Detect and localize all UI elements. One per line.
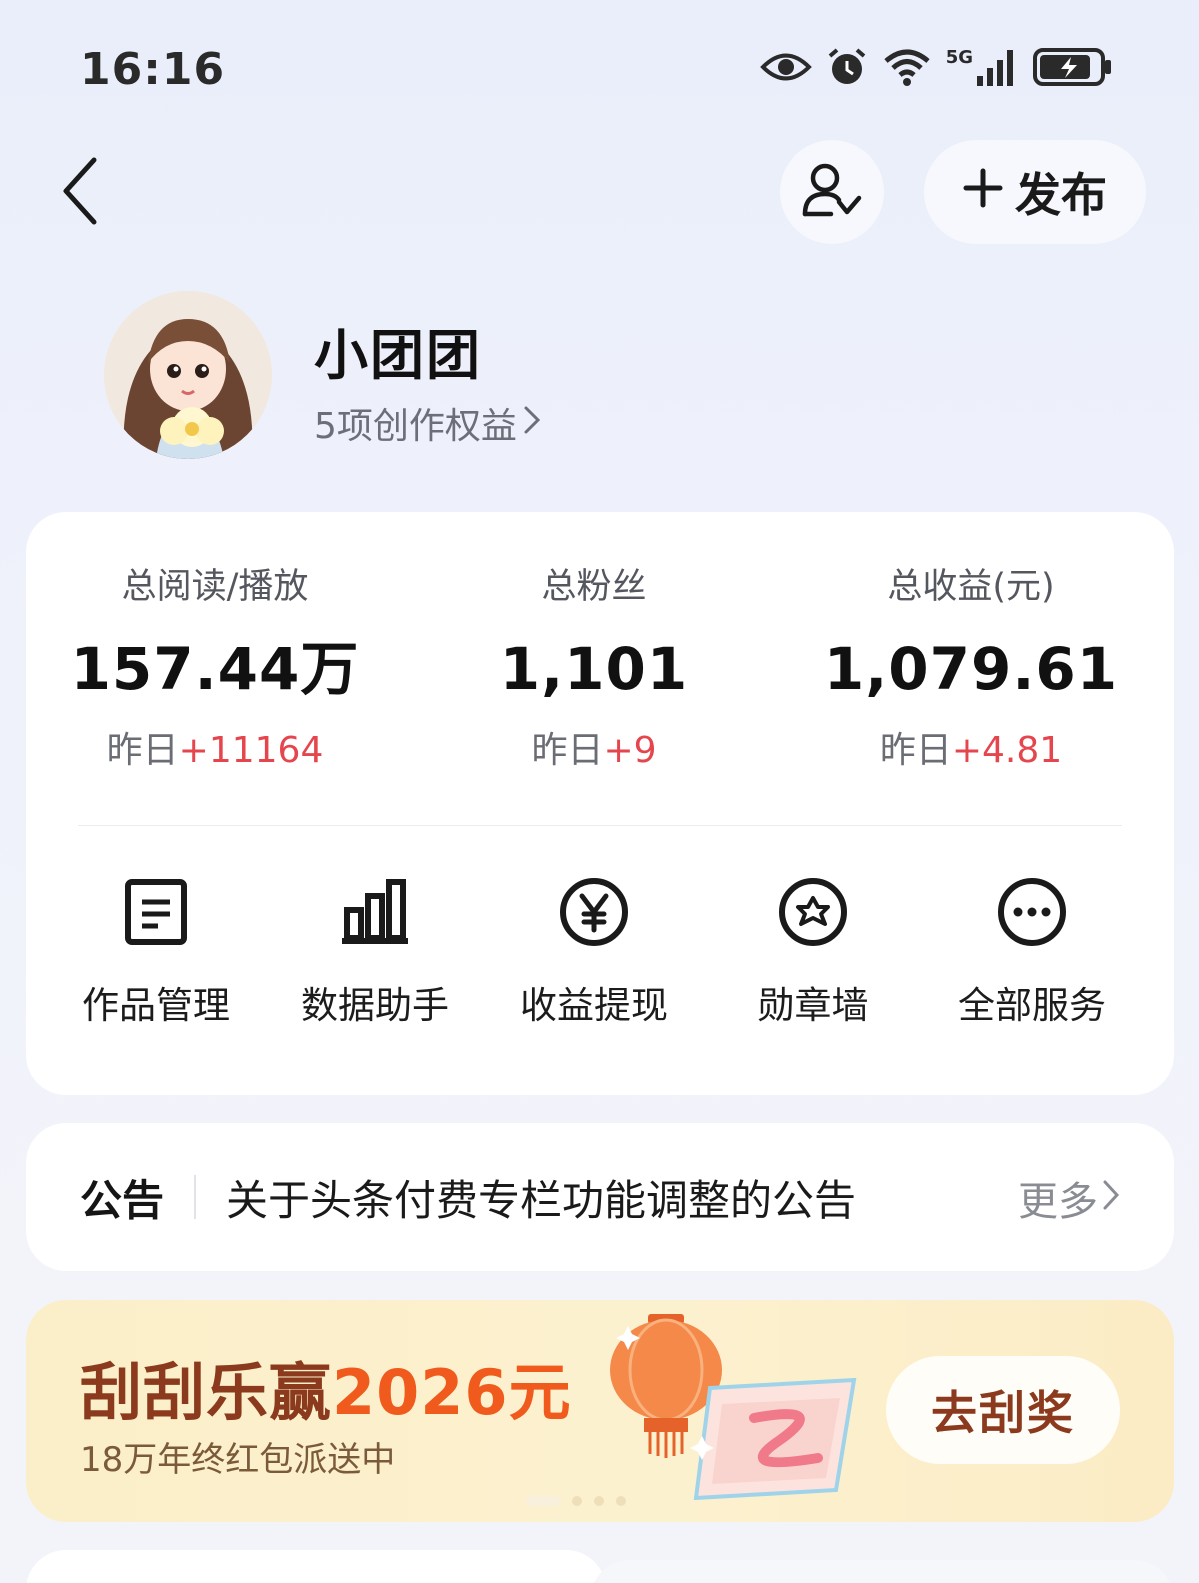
yuan-icon — [554, 872, 634, 952]
service-data-assistant[interactable]: 数据助手 — [265, 872, 485, 1034]
service-badge-wall[interactable]: 勋章墙 — [703, 872, 923, 1034]
service-works-management[interactable]: 作品管理 — [46, 872, 266, 1034]
user-check-icon — [801, 162, 863, 222]
stat-value: 157.44万 — [70, 635, 360, 703]
rights-label: 5项创作权益 — [314, 406, 517, 447]
chevron-left-icon — [60, 156, 100, 230]
stat-label: 总粉丝 — [541, 567, 647, 607]
scratch-prize-button[interactable]: 去刮奖 — [886, 1356, 1120, 1464]
announcement-divider — [194, 1175, 196, 1219]
pagination-dot — [594, 1496, 604, 1506]
signal-icon: 5G — [946, 47, 1019, 88]
service-earnings-withdraw[interactable]: 收益提现 — [484, 872, 704, 1034]
publish-button[interactable]: 发布 — [924, 140, 1146, 244]
announcement-card[interactable]: 公告 关于头条付费专栏功能调整的公告 更多 — [26, 1123, 1174, 1271]
stat-label: 总阅读/播放 — [121, 567, 309, 607]
promo-banner[interactable]: 刮刮乐赢2026元 18万年终红包派送中 去刮奖 — [26, 1300, 1174, 1522]
service-label: 数据助手 — [301, 984, 449, 1027]
stat-delta: 昨日+11164 — [106, 730, 324, 771]
stat-delta: 昨日+4.81 — [879, 730, 1063, 771]
announcement-text[interactable]: 关于头条付费专栏功能调整的公告 — [226, 1167, 856, 1228]
pagination-dot-active — [526, 1496, 560, 1506]
banner-subtitle: 18万年终红包派送中 — [80, 1440, 396, 1480]
stats-card: 总阅读/播放 157.44万 昨日+11164 总粉丝 1,101 昨日+9 总… — [26, 512, 1174, 1095]
banner-title: 刮刮乐赢2026元 — [80, 1356, 572, 1429]
more-icon — [992, 872, 1072, 952]
pagination-dot — [572, 1496, 582, 1506]
creator-rights-link[interactable]: 5项创作权益 — [314, 397, 541, 449]
status-time: 16:16 — [80, 44, 226, 95]
service-label: 全部服务 — [958, 984, 1106, 1027]
next-card-right — [590, 1560, 1174, 1583]
back-button[interactable] — [50, 153, 110, 233]
pagination-dot — [616, 1496, 626, 1506]
more-label: 更多 — [1018, 1179, 1098, 1225]
alarm-icon — [826, 46, 868, 88]
plus-icon — [963, 165, 1003, 219]
stat-total-earnings[interactable]: 总收益(元) 1,079.61 昨日+4.81 — [806, 562, 1136, 776]
top-nav: 发布 — [0, 135, 1199, 245]
stat-delta: 昨日+9 — [531, 730, 657, 771]
service-label: 收益提现 — [520, 984, 668, 1027]
badge-icon — [773, 872, 853, 952]
eye-icon — [759, 50, 812, 84]
battery-charging-icon — [1033, 47, 1113, 87]
announcement-title: 公告 — [80, 1176, 165, 1225]
profile-switch-button[interactable] — [780, 140, 884, 244]
publish-label: 发布 — [1015, 168, 1107, 222]
username: 小团团 — [314, 324, 482, 387]
avatar[interactable] — [104, 291, 272, 459]
stat-value: 1,079.61 — [823, 635, 1119, 703]
status-bar: 16:16 5G — [0, 0, 1199, 140]
stat-label: 总收益(元) — [887, 567, 1055, 607]
status-icons: 5G — [759, 46, 1113, 88]
wifi-icon — [882, 47, 932, 87]
stat-value: 1,101 — [499, 635, 689, 703]
chevron-right-icon — [523, 403, 541, 444]
service-label: 勋章墙 — [757, 984, 869, 1027]
bar-chart-icon — [335, 872, 415, 952]
announcement-more-link[interactable]: 更多 — [1018, 1169, 1120, 1227]
next-card-left — [26, 1550, 606, 1583]
lantern-ticket-illustration — [604, 1308, 874, 1514]
service-all-services[interactable]: 全部服务 — [922, 872, 1142, 1034]
document-icon — [116, 872, 196, 952]
service-label: 作品管理 — [82, 984, 230, 1027]
network-label: 5G — [945, 46, 973, 68]
banner-pagination — [526, 1496, 626, 1506]
stat-total-fans[interactable]: 总粉丝 1,101 昨日+9 — [429, 562, 759, 776]
profile-header: 小团团 5项创作权益 — [0, 285, 1199, 465]
chevron-right-icon — [1102, 1175, 1120, 1221]
divider — [78, 825, 1122, 826]
stat-total-reads[interactable]: 总阅读/播放 157.44万 昨日+11164 — [50, 562, 380, 776]
